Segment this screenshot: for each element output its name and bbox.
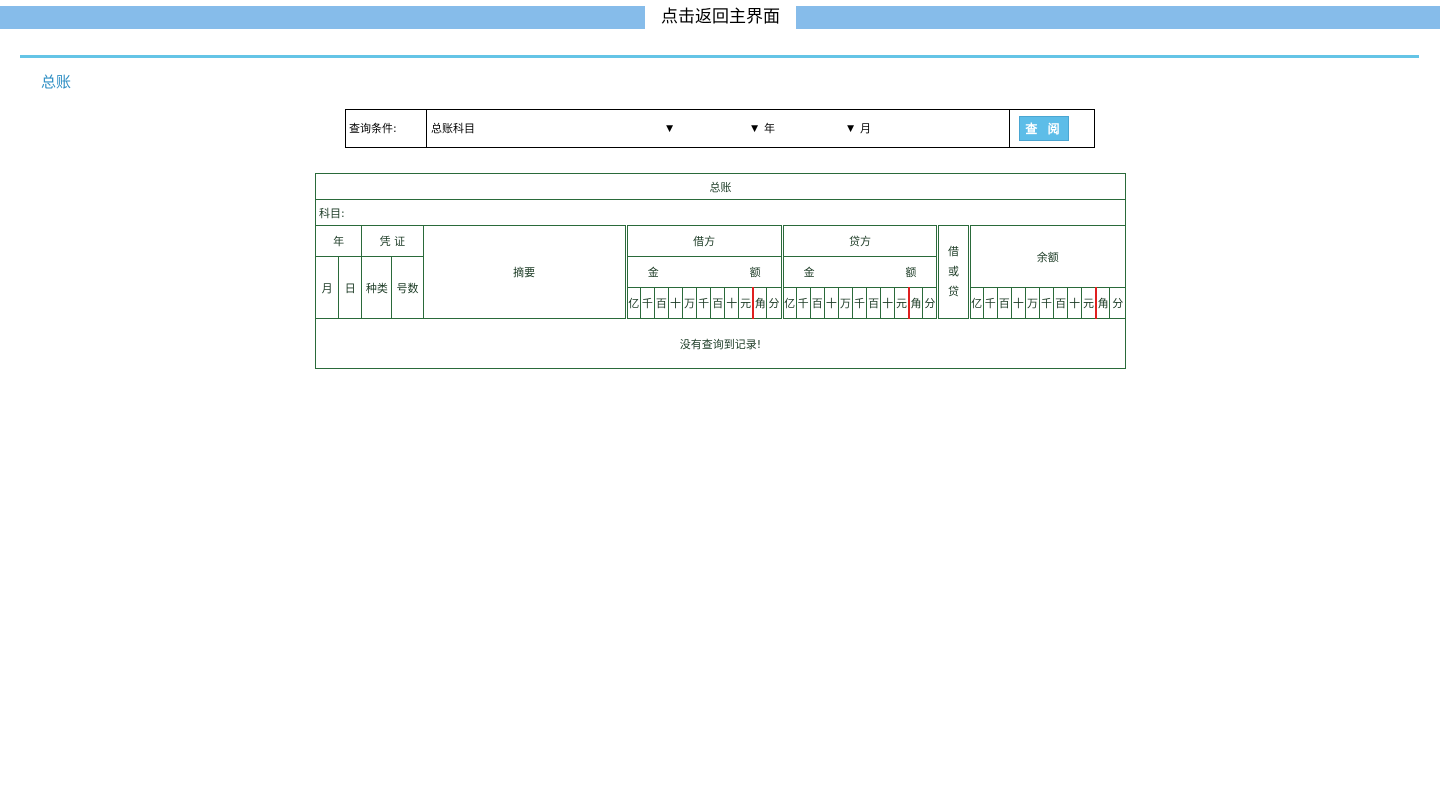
amount-right-label: 额 [749, 266, 761, 279]
amount-left-label: 金 [647, 266, 659, 279]
col-debit: 借方 [624, 225, 783, 257]
balance-digit-10: 分 [1109, 287, 1126, 319]
credit-digit-8: 元 [894, 287, 910, 319]
balance-digit-6: 百 [1053, 287, 1069, 319]
debit-digit-8: 元 [738, 287, 754, 319]
debit-digit-9: 角 [752, 287, 768, 319]
col-summary: 摘要 [422, 225, 627, 319]
credit-digit-10: 分 [922, 287, 939, 319]
empty-message: 没有查询到记录! [315, 318, 1126, 369]
query-button[interactable]: 查 阅 [1019, 116, 1069, 141]
credit-digit-7: 十 [880, 287, 896, 319]
credit-digit-4: 万 [837, 287, 853, 319]
credit-amount-header: 金额 [780, 256, 939, 288]
year-select[interactable]: ▼ [678, 121, 758, 137]
balance-digit-0: 亿 [967, 287, 984, 319]
general-ledger-table: 总账 科目: 年 凭 证 摘要 借方 贷方 借或贷 余额 月 日 种类 号数 金… [314, 173, 1127, 369]
chevron-down-icon: ▼ [666, 124, 673, 134]
ledger-title: 总账 [315, 173, 1126, 200]
debit-digit-5: 千 [696, 287, 712, 319]
col-debit-or-credit: 借或贷 [936, 225, 970, 319]
credit-digit-2: 百 [809, 287, 825, 319]
month-select[interactable]: ▼ [784, 121, 854, 137]
debit-digit-6: 百 [710, 287, 726, 319]
return-home-link[interactable]: 点击返回主界面 [645, 6, 796, 29]
credit-digit-9: 角 [908, 287, 924, 319]
col-voucher: 凭 证 [361, 225, 424, 257]
balance-digit-7: 十 [1067, 287, 1083, 319]
account-select[interactable]: 总账科目 ▼ [431, 121, 673, 137]
col-number: 号数 [391, 256, 424, 319]
balance-digit-8: 元 [1081, 287, 1097, 319]
credit-digit-1: 千 [795, 287, 811, 319]
query-form: 查询条件: 总账科目 ▼ ▼ 年 ▼ 月 查 阅 [345, 109, 1095, 148]
credit-digit-3: 十 [823, 287, 839, 319]
debit-digit-3: 十 [667, 287, 684, 319]
balance-digit-5: 千 [1038, 287, 1055, 319]
balance-digit-4: 万 [1024, 287, 1040, 319]
debit-or-credit-label: 借或贷 [948, 245, 959, 298]
credit-digit-0: 亿 [780, 287, 797, 319]
amount-right-label: 额 [905, 266, 917, 279]
chevron-down-icon: ▼ [847, 124, 854, 134]
account-select-value: 总账科目 [431, 122, 475, 135]
debit-digit-2: 百 [653, 287, 669, 319]
page-title: 总账 [41, 73, 72, 91]
header-divider [20, 55, 1419, 58]
balance-digit-9: 角 [1095, 287, 1111, 319]
col-day: 日 [338, 256, 363, 319]
col-type: 种类 [361, 256, 393, 319]
balance-digit-2: 百 [996, 287, 1012, 319]
account-label: 科目: [315, 199, 1126, 226]
debit-digit-1: 千 [639, 287, 655, 319]
debit-amount-header: 金额 [624, 256, 783, 288]
chevron-down-icon: ▼ [751, 124, 758, 134]
month-suffix: 月 [860, 122, 871, 135]
credit-digit-5: 千 [851, 287, 868, 319]
debit-digit-0: 亿 [624, 287, 641, 319]
credit-digit-6: 百 [866, 287, 882, 319]
query-divider [1009, 110, 1010, 147]
top-bar: 点击返回主界面 [0, 6, 1440, 29]
debit-digit-10: 分 [766, 287, 783, 319]
col-year: 年 [314, 225, 363, 257]
debit-digit-7: 十 [724, 287, 740, 319]
amount-left-label: 金 [803, 266, 815, 279]
year-suffix: 年 [764, 122, 775, 135]
col-credit: 贷方 [780, 225, 939, 257]
balance-digit-1: 千 [982, 287, 998, 319]
balance-digit-3: 十 [1010, 287, 1026, 319]
debit-digit-4: 万 [682, 287, 698, 319]
col-balance: 余额 [967, 225, 1127, 288]
col-month: 月 [314, 256, 340, 319]
query-label: 查询条件: [346, 110, 427, 147]
